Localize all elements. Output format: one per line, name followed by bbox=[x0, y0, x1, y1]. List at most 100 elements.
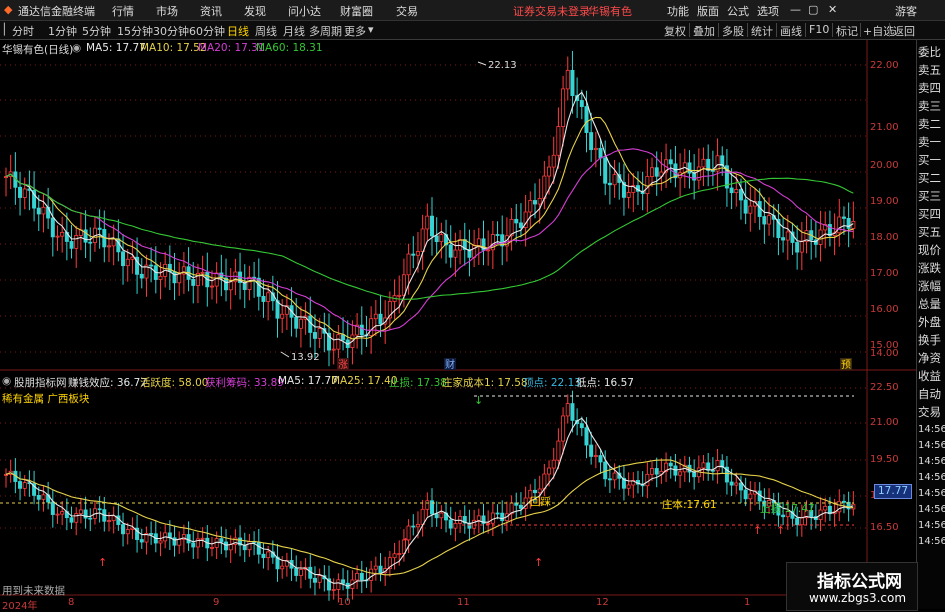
auto-trade-label[interactable]: 交易 bbox=[918, 404, 945, 420]
candle-body bbox=[41, 494, 46, 500]
candle-body bbox=[837, 216, 842, 234]
quote-label[interactable]: 买三 bbox=[918, 188, 945, 204]
quote-label[interactable]: 买一 bbox=[918, 152, 945, 168]
candle-body bbox=[748, 205, 753, 214]
candle-body bbox=[799, 517, 804, 526]
candle-body bbox=[729, 481, 734, 486]
quote-label[interactable]: 收益 bbox=[918, 368, 945, 384]
candle-body bbox=[331, 348, 336, 351]
candle-body bbox=[378, 313, 383, 325]
candle-body bbox=[158, 540, 163, 544]
candle-body bbox=[209, 285, 214, 288]
candle-body bbox=[191, 278, 196, 286]
quote-label[interactable]: 买五 bbox=[918, 224, 945, 240]
candle-body bbox=[626, 192, 631, 198]
quote-label[interactable]: 外盘 bbox=[918, 314, 945, 330]
candle-body bbox=[668, 462, 673, 467]
candle-body bbox=[74, 235, 79, 249]
candle-body bbox=[425, 500, 430, 510]
candle-body bbox=[420, 228, 425, 252]
candle-body bbox=[106, 245, 111, 248]
kline-canvas[interactable]: ↑ ↑ ↑ ↑ ↑ ↓ 22.13 13.92 涨 财 预 bbox=[0, 0, 945, 609]
candle-body bbox=[41, 206, 46, 215]
candle-body bbox=[607, 182, 612, 186]
candle-body bbox=[261, 295, 266, 302]
candle-body bbox=[547, 467, 552, 475]
buy-arrow-icon: ↑ bbox=[401, 536, 410, 549]
candle-body bbox=[36, 207, 41, 215]
candle-body bbox=[607, 478, 612, 481]
quote-label[interactable]: 卖五 bbox=[918, 62, 945, 78]
candle-body bbox=[785, 231, 790, 241]
candle-body bbox=[167, 263, 172, 273]
candle-body bbox=[336, 579, 341, 590]
candle-body bbox=[415, 251, 420, 256]
event-marker: 财 bbox=[445, 358, 455, 371]
candle-body bbox=[547, 166, 552, 177]
candle-body bbox=[439, 512, 444, 519]
quote-label[interactable]: 卖三 bbox=[918, 98, 945, 114]
quote-label[interactable]: 卖二 bbox=[918, 116, 945, 132]
candle-body bbox=[692, 172, 697, 181]
candle-body bbox=[312, 577, 317, 583]
candle-body bbox=[687, 162, 692, 174]
candle-body bbox=[280, 313, 285, 319]
candle-body bbox=[74, 513, 79, 523]
candle-body bbox=[130, 527, 135, 530]
quote-label[interactable]: 净资 bbox=[918, 350, 945, 366]
x-tick: 11 bbox=[457, 597, 470, 608]
candle-body bbox=[715, 460, 720, 472]
candle-body bbox=[823, 505, 828, 511]
candle-body bbox=[738, 482, 743, 491]
quote-label[interactable]: 买二 bbox=[918, 170, 945, 186]
y-tick: 21.00 bbox=[870, 122, 899, 133]
candle-body bbox=[650, 468, 655, 475]
candle-body bbox=[738, 189, 743, 201]
quote-label[interactable]: 买四 bbox=[918, 206, 945, 222]
y-tick: 14.00 bbox=[870, 348, 899, 359]
candle-body bbox=[603, 157, 608, 184]
quote-label[interactable]: 涨幅 bbox=[918, 278, 945, 294]
candle-body bbox=[177, 273, 182, 284]
watermark-title: 指标公式网 bbox=[817, 572, 902, 592]
candle-body bbox=[298, 318, 303, 329]
quote-label[interactable]: 卖四 bbox=[918, 80, 945, 96]
candle-body bbox=[589, 444, 594, 457]
candle-body bbox=[121, 524, 126, 535]
quote-label[interactable]: 涨跌 bbox=[918, 260, 945, 276]
candle-body bbox=[336, 334, 341, 350]
candle-body bbox=[453, 249, 458, 258]
candle-body bbox=[645, 176, 650, 195]
candle-body bbox=[18, 481, 23, 489]
candle-body bbox=[317, 328, 322, 339]
candle-body bbox=[355, 573, 360, 581]
candle-body bbox=[359, 573, 364, 581]
x-tick: 1 bbox=[744, 597, 751, 608]
candle-body bbox=[317, 575, 322, 583]
quote-label[interactable]: 总量 bbox=[918, 296, 945, 312]
watermark-url: www.zbgs3.com bbox=[809, 591, 907, 605]
quote-label[interactable]: 委比 bbox=[918, 44, 945, 60]
candle-body bbox=[598, 147, 603, 159]
candle-body bbox=[654, 468, 659, 475]
candle-body bbox=[439, 234, 444, 243]
candle-body bbox=[551, 154, 556, 168]
candle-body bbox=[149, 264, 154, 267]
quote-label[interactable]: 卖一 bbox=[918, 134, 945, 150]
candle-body bbox=[584, 106, 589, 133]
candle-body bbox=[18, 186, 23, 198]
candle-body bbox=[294, 316, 299, 329]
candle-body bbox=[476, 238, 481, 246]
event-marker: 涨 bbox=[338, 359, 348, 371]
candle-body bbox=[256, 541, 261, 555]
quote-label[interactable]: 换手 bbox=[918, 332, 945, 348]
candle-body bbox=[584, 427, 589, 446]
quote-label[interactable]: 现价 bbox=[918, 242, 945, 258]
current-price-box: 17.77 bbox=[874, 484, 912, 499]
buy-arrow-icon: ↑ bbox=[753, 524, 762, 537]
candle-body bbox=[312, 332, 317, 339]
candle-body bbox=[799, 241, 804, 253]
candle-body bbox=[4, 176, 9, 179]
candle-body bbox=[743, 199, 748, 214]
auto-trade-label[interactable]: 自动 bbox=[918, 386, 945, 402]
